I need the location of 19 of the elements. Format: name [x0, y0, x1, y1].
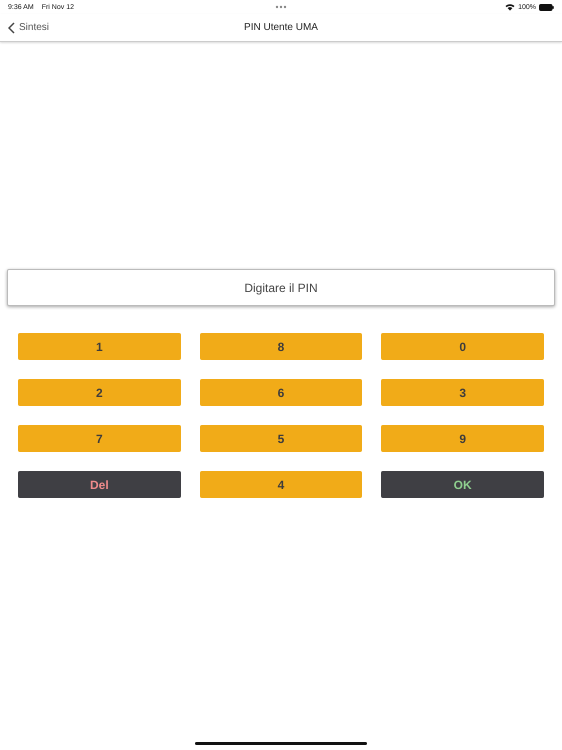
keypad-button[interactable]: 3: [381, 379, 544, 406]
keypad-button[interactable]: 9: [381, 425, 544, 452]
more-icon: [275, 5, 287, 9]
back-button[interactable]: Sintesi: [0, 22, 50, 34]
pin-field[interactable]: Digitare il PIN: [7, 269, 555, 306]
nav-title: PIN Utente UMA: [244, 22, 318, 33]
keypad-button[interactable]: 1: [18, 333, 181, 360]
keypad-button[interactable]: 6: [200, 379, 362, 406]
wifi-icon: [505, 3, 516, 11]
keypad-button[interactable]: Del: [18, 471, 181, 498]
chevron-left-icon: [8, 22, 15, 34]
keypad-button[interactable]: 4: [200, 471, 362, 498]
keypad-button[interactable]: 5: [200, 425, 362, 452]
keypad-button[interactable]: 2: [18, 379, 181, 406]
keypad-button[interactable]: 0: [381, 333, 544, 360]
keypad-button[interactable]: 8: [200, 333, 362, 360]
battery-icon: [539, 4, 554, 10]
keypad-button[interactable]: 7: [18, 425, 181, 452]
keypad-button[interactable]: OK: [381, 471, 544, 498]
